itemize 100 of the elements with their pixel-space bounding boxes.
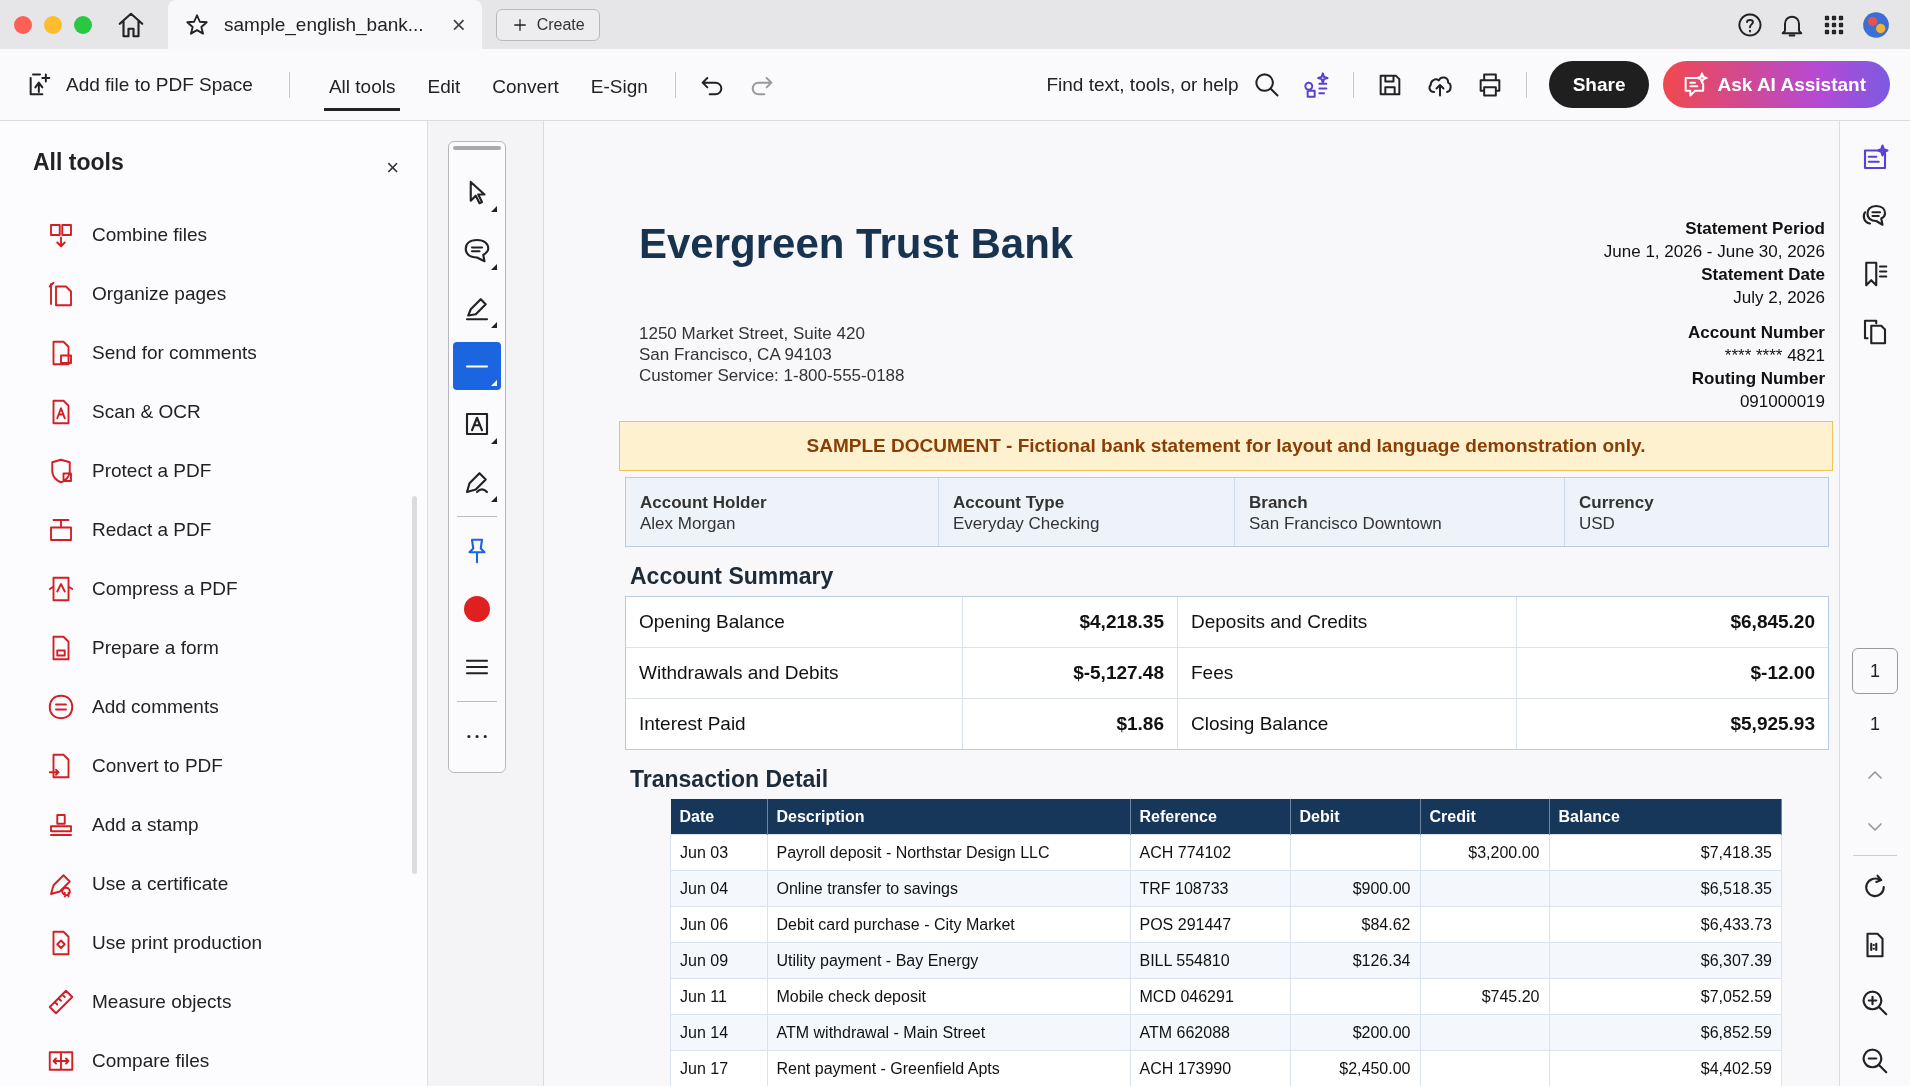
avatar[interactable]	[1862, 10, 1890, 39]
nav-tab[interactable]: E-Sign	[585, 66, 653, 111]
info-value: Everyday Checking	[953, 513, 1101, 534]
column-header: Reference	[1130, 799, 1290, 835]
table-cell: ACH 774102	[1130, 834, 1290, 871]
notice-banner: SAMPLE DOCUMENT - Fictional bank statement for layout and language demonstration only.	[619, 421, 1833, 471]
address-line: 1250 Market Street, Suite 420	[639, 323, 866, 344]
panel-title: All tools	[33, 148, 124, 176]
tool-item[interactable]: Convert to PDF	[46, 736, 376, 795]
table-cell: Online transfer to savings	[767, 870, 1130, 907]
tool-item[interactable]: Add a stamp	[46, 795, 376, 854]
table-cell: Jun 03	[670, 834, 767, 871]
tool-item[interactable]: Add comments	[46, 677, 376, 736]
table-cell: $6,433.73	[1549, 906, 1782, 943]
table-cell: Jun 09	[670, 942, 767, 979]
tool-item[interactable]: Prepare a form	[46, 618, 376, 677]
table-cell: $900.00	[1290, 870, 1420, 907]
table-cell: $6,518.35	[1549, 870, 1782, 907]
column-header: Date	[670, 799, 767, 835]
share-button[interactable]: Share	[1548, 61, 1650, 108]
meta-value: **** **** 4821	[1723, 345, 1825, 367]
summary-label: Deposits and Credits	[1178, 597, 1517, 648]
meta-label: Account Number	[1687, 322, 1825, 344]
info-value: USD	[1579, 513, 1616, 534]
address-line: San Francisco, CA 94103	[639, 344, 833, 365]
summary-amount: $1.86	[963, 699, 1178, 749]
table-cell: TRF 108733	[1130, 870, 1290, 907]
tab-title: sample_english_bank...	[224, 13, 424, 36]
table-cell: Jun 17	[670, 1050, 767, 1086]
table-cell: Rent payment - Greenfield Apts	[767, 1050, 1130, 1086]
add-file-button[interactable]: Add file to PDF Space	[26, 70, 253, 99]
tool-item[interactable]: Redact a PDF	[46, 500, 376, 559]
page-number-field[interactable]: 1	[1852, 648, 1898, 694]
close-panel-button[interactable]: ×	[386, 155, 399, 181]
table-cell: $2,450.00	[1290, 1050, 1420, 1086]
summary-label: Interest Paid	[626, 699, 963, 749]
tool-item[interactable]: Use a certificate	[46, 854, 376, 913]
address-line: Customer Service: 1-800-555-0188	[639, 365, 906, 386]
tool-item[interactable]: Combine files	[46, 205, 376, 264]
table-cell: Mobile check deposit	[767, 978, 1130, 1015]
table-cell: BILL 554810	[1130, 942, 1290, 979]
column-header: Credit	[1420, 799, 1549, 835]
table-cell: $745.20	[1420, 978, 1549, 1015]
table-cell: $6,307.39	[1549, 942, 1782, 979]
summary-label: Fees	[1178, 648, 1517, 699]
nav-tab[interactable]: Convert	[487, 66, 564, 111]
info-value: San Francisco Downtown	[1249, 513, 1443, 534]
ask-ai-button[interactable]: Ask AI Assistant	[1663, 61, 1890, 108]
nav-tab[interactable]: Edit	[422, 66, 466, 111]
tool-item[interactable]: Compare files	[46, 1031, 376, 1086]
zoom-in-icon[interactable]	[1860, 988, 1890, 1018]
tool-item[interactable]: Protect a PDF	[46, 441, 376, 500]
info-label: Branch	[1249, 492, 1309, 513]
meta-label: Statement Period	[1684, 218, 1825, 240]
table-cell: POS 291447	[1130, 906, 1290, 943]
table-cell: $126.34	[1290, 942, 1420, 979]
table-cell: Jun 06	[670, 906, 767, 943]
table-cell: Utility payment - Bay Energy	[767, 942, 1130, 979]
create-button[interactable]: Create	[495, 8, 600, 41]
sparkle-shapes-icon[interactable]	[1302, 70, 1331, 99]
info-label: Account Type	[953, 492, 1066, 513]
tool-item[interactable]: Measure objects	[46, 972, 376, 1031]
table-cell: ATM withdrawal - Main Street	[767, 1014, 1130, 1051]
tool-item[interactable]: Organize pages	[46, 264, 376, 323]
table-cell: $7,052.59	[1549, 978, 1782, 1015]
line-tool[interactable]	[453, 342, 501, 390]
info-value: Alex Morgan	[640, 513, 737, 534]
document-tab[interactable]: sample_english_bank... ×	[168, 0, 482, 49]
info-label: Currency	[1579, 492, 1655, 513]
table-cell: Jun 11	[670, 978, 767, 1015]
info-label: Account Holder	[640, 492, 768, 513]
meta-label: Statement Date	[1700, 264, 1825, 286]
summary-label: Withdrawals and Debits	[626, 648, 963, 699]
search-prompt[interactable]: Find text, tools, or help	[1046, 73, 1239, 96]
column-header: Description	[767, 799, 1130, 835]
table-cell: Payroll deposit - Northstar Design LLC	[767, 834, 1130, 871]
nav-tab[interactable]: All tools	[323, 66, 401, 111]
close-tab-button[interactable]: ×	[451, 10, 466, 39]
star-icon[interactable]	[184, 11, 210, 38]
table-cell: $84.62	[1290, 906, 1420, 943]
tool-item[interactable]: Scan & OCR	[46, 382, 376, 441]
summary-amount: $4,218.35	[963, 597, 1178, 648]
table-cell: $6,852.59	[1549, 1014, 1782, 1051]
tool-item[interactable]: Send for comments	[46, 323, 376, 382]
scrollbar[interactable]	[412, 496, 417, 874]
table-cell: ATM 662088	[1130, 1014, 1290, 1051]
section-heading: Account Summary	[630, 563, 835, 590]
section-heading: Transaction Detail	[630, 766, 830, 793]
table-cell: $3,200.00	[1420, 834, 1549, 871]
tool-item[interactable]: Use print production	[46, 913, 376, 972]
summary-amount: $6,845.20	[1517, 597, 1828, 648]
summary-amount: $-12.00	[1517, 648, 1828, 699]
zoom-out-icon[interactable]	[1860, 1046, 1890, 1076]
table-cell: $7,418.35	[1549, 834, 1782, 871]
summary-label: Opening Balance	[626, 597, 963, 648]
meta-value: June 1, 2026 - June 30, 2026	[1603, 241, 1825, 263]
summary-label: Closing Balance	[1178, 699, 1517, 749]
table-cell: MCD 046291	[1130, 978, 1290, 1015]
tool-item[interactable]: Compress a PDF	[46, 559, 376, 618]
table-cell: Jun 04	[670, 870, 767, 907]
